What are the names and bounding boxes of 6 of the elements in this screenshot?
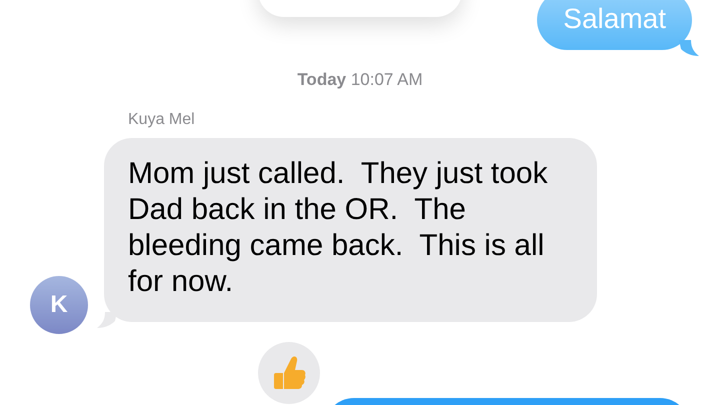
- received-message-bubble[interactable]: Mom just called. They just took Dad back in the OR. The bleeding came back. This is all for now.: [104, 138, 597, 322]
- sender-name: Kuya Mel: [128, 111, 195, 128]
- timestamp: Today 10:07 AM: [297, 70, 423, 89]
- sent-message-bubble[interactable]: Salamat: [537, 0, 692, 50]
- bubble-tail: [679, 40, 699, 56]
- avatar[interactable]: K: [30, 276, 88, 334]
